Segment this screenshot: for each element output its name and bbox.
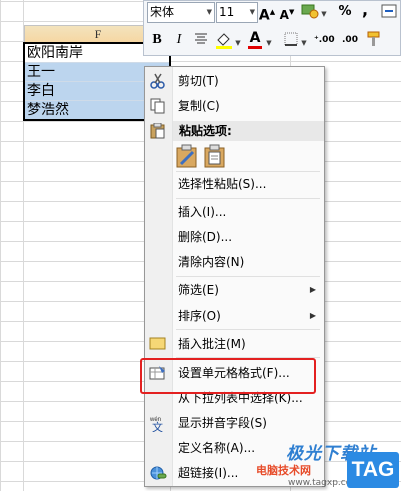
font-size-value: 11 [219,5,235,19]
submenu-arrow-icon: ▶ [309,285,316,294]
chevron-down-icon[interactable]: ▼ [265,32,273,50]
menu-item-label: 清除内容(N) [178,255,245,269]
menu-item-label: 插入批注(M) [178,337,246,351]
phonetic-icon: wén 文 [149,417,163,432]
menu-item-label: 插入(I)... [178,205,227,219]
font-color-button[interactable]: A [246,29,264,49]
chevron-down-icon: ▼ [206,8,212,16]
menu-item-label: 删除(D)... [178,230,233,244]
format-painter-icon [367,31,380,46]
merge-icon [381,4,397,18]
menu-item-cut[interactable]: 剪切(T) [145,70,324,92]
currency-icon [301,4,319,19]
font-name-value: 宋体 [150,5,175,19]
chevron-down-icon[interactable]: ▼ [320,3,328,21]
italic-button[interactable]: I [171,31,187,49]
highlight-annotation [140,358,316,394]
paste-values-icon [204,144,225,168]
chevron-down-icon[interactable]: ▼ [234,32,242,50]
paste-options-header: 粘贴选项: [173,121,324,141]
borders-icon [284,32,298,46]
watermark: 极光下载站 电脑技术网 www.tagxp.com TAG [212,428,401,491]
font-color-swatch [248,46,262,49]
bold-button[interactable]: B [149,31,165,49]
mini-toolbar: 宋体 ▼ 11 ▼ A▲ A▼ ▼ % , B I ▼ A ▼ ▼ ⁺.00 .… [143,0,401,56]
paste-option-keep-formatting[interactable] [175,144,199,169]
borders-button[interactable] [282,31,300,49]
merge-center-button[interactable] [380,3,398,21]
font-name-select[interactable]: 宋体 ▼ [147,2,215,23]
menu-separator [176,276,320,277]
menu-item-label: 排序(O) [178,309,221,323]
increase-font-button[interactable]: A▲ [258,3,276,24]
context-menu: 剪切(T) 复制(C) 粘贴选项: 选择性粘贴(S)... 插入(I)... 删… [144,66,325,487]
menu-item-paste-special[interactable]: 选择性粘贴(S)... [145,173,324,195]
align-center-button[interactable] [192,32,210,50]
font-size-select[interactable]: 11 ▼ [216,2,258,23]
align-center-icon [195,33,207,44]
decrease-decimal-button[interactable]: .00 [340,31,360,49]
menu-item-copy[interactable]: 复制(C) [145,95,324,117]
menu-item-sort[interactable]: 排序(O) ▶ [145,305,324,327]
submenu-arrow-icon: ▶ [309,311,316,320]
percent-button[interactable]: % [336,3,354,21]
menu-item-delete[interactable]: 删除(D)... [145,226,324,248]
increase-decimal-icon: ⁺.00 [314,35,335,45]
chevron-down-icon: ▼ [249,8,255,16]
fill-color-button[interactable] [214,30,234,49]
menu-separator [176,198,320,199]
paste-options-label: 粘贴选项: [179,124,232,138]
menu-separator [176,329,320,330]
paste-formatting-icon [176,144,197,168]
increase-font-icon: A [258,7,270,24]
paste-option-values[interactable] [203,144,227,169]
increase-decimal-button[interactable]: ⁺.00 [314,31,335,49]
watermark-tag-logo: TAG [347,452,399,488]
menu-item-clear-contents[interactable]: 清除内容(N) [145,251,324,273]
menu-item-filter[interactable]: 筛选(E) ▶ [145,279,324,301]
format-painter-button[interactable] [364,30,384,48]
copy-icon [150,98,165,114]
decrease-decimal-icon: .00 [342,35,358,45]
fill-bucket-icon [216,33,232,49]
menu-item-label: 筛选(E) [178,283,219,297]
menu-item-insert[interactable]: 插入(I)... [145,201,324,223]
menu-item-insert-comment[interactable]: 插入批注(M) [145,333,324,355]
comma-style-button[interactable]: , [358,1,372,19]
hyperlink-icon [150,466,167,480]
comment-icon [149,337,166,350]
menu-item-label: 剪切(T) [178,74,219,88]
decrease-font-icon: A [279,8,289,22]
menu-item-label: 选择性粘贴(S)... [178,177,267,191]
chevron-down-icon[interactable]: ▼ [300,32,308,50]
menu-separator [176,171,320,172]
currency-format-button[interactable] [300,3,320,21]
scissors-icon [150,73,165,89]
decrease-font-button[interactable]: A▼ [278,3,296,22]
watermark-subtitle: 电脑技术网 [256,464,311,477]
paste-icon [150,123,165,139]
menu-item-label: 复制(C) [178,99,220,113]
svg-text:文: 文 [152,420,163,432]
font-color-icon: A [249,30,261,46]
